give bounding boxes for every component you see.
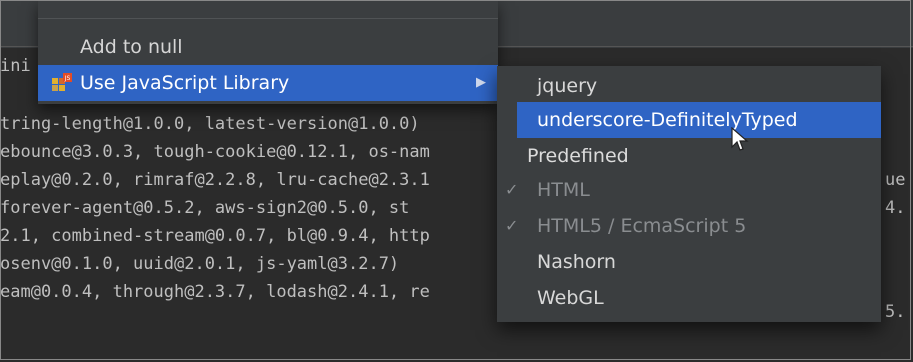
console-line: eam@0.0.4, through@2.3.7, lodash@2.4.1, … — [0, 282, 430, 302]
predefined-item-html[interactable]: ✓ HTML — [497, 172, 881, 208]
console-line: forever-agent@0.5.2, aws-sign2@0.5.0, st — [0, 198, 410, 218]
library-submenu: jquery underscore-DefinitelyTyped Predef… — [497, 66, 881, 322]
submenu-item-jquery[interactable]: jquery — [497, 68, 881, 104]
predefined-item-html5-ecmascript5[interactable]: ✓ HTML5 / EcmaScript 5 — [497, 208, 881, 244]
submenu-item-underscore-definitelytyped[interactable]: underscore-DefinitelyTyped — [517, 102, 881, 138]
predefined-header: Predefined — [497, 138, 881, 174]
predefined-item-nashorn[interactable]: Nashorn — [497, 244, 881, 280]
console-line-fragment: 4. — [885, 198, 906, 218]
predefined-item-label: HTML — [537, 179, 590, 201]
context-menu: Add to null JS Use JavaScript Library ▶ — [38, 0, 498, 104]
menu-item-label: Use JavaScript Library — [80, 72, 290, 94]
checkmark-icon: ✓ — [505, 180, 519, 199]
predefined-header-label: Predefined — [527, 145, 629, 167]
console-line-fragment: 5. — [885, 302, 906, 322]
console-line: ebounce@3.0.3, tough-cookie@0.12.1, os-n… — [0, 142, 430, 162]
predefined-item-label: HTML5 / EcmaScript 5 — [537, 215, 747, 237]
console-line: ini — [0, 56, 31, 76]
predefined-item-label: Nashorn — [537, 251, 616, 273]
svg-text:JS: JS — [64, 75, 71, 82]
menu-item-use-javascript-library[interactable]: JS Use JavaScript Library ▶ — [38, 65, 498, 101]
console-line: osenv@0.1.0, uuid@2.0.1, js-yaml@3.2.7) — [0, 254, 400, 274]
console-line: tring-length@1.0.0, latest-version@1.0.0… — [0, 114, 420, 134]
submenu-arrow-icon: ▶ — [476, 75, 486, 90]
javascript-library-icon: JS — [52, 73, 72, 91]
submenu-item-label: underscore-DefinitelyTyped — [537, 109, 798, 131]
menu-item-add-to-null[interactable]: Add to null — [38, 29, 498, 65]
console-line-fragment: ue — [885, 170, 906, 190]
predefined-item-webgl[interactable]: WebGL — [497, 280, 881, 316]
menu-separator — [38, 18, 498, 19]
menu-item-label: Add to null — [80, 36, 183, 58]
console-line: eplay@0.2.0, rimraf@2.2.8, lru-cache@2.3… — [0, 170, 430, 190]
mouse-cursor-icon — [731, 127, 749, 151]
predefined-item-label: WebGL — [537, 287, 604, 309]
checkmark-icon: ✓ — [505, 216, 519, 235]
submenu-item-label: jquery — [537, 75, 598, 97]
console-line: 2.1, combined-stream@0.0.7, bl@0.9.4, ht… — [0, 226, 430, 246]
